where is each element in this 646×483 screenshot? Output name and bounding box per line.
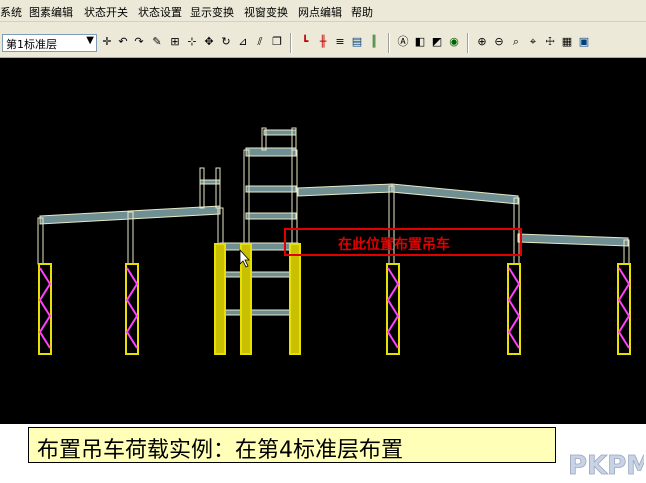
box3d-icon[interactable]: ◧ xyxy=(413,35,427,49)
truss-column-7 xyxy=(507,263,521,355)
menu-view-transform[interactable]: 视窗变换 xyxy=(244,4,288,20)
truss-column-2 xyxy=(125,263,139,355)
zoom-prev-icon[interactable]: ⌖ xyxy=(526,35,540,49)
roof-beam-center-left xyxy=(297,183,393,197)
tower-beam-3 xyxy=(245,212,297,220)
menu-state-setting[interactable]: 状态设置 xyxy=(138,4,182,20)
save-view-icon[interactable]: ▣ xyxy=(577,35,591,49)
menu-graphic-edit[interactable]: 图素编辑 xyxy=(29,4,73,20)
menu-system[interactable]: 系统 xyxy=(0,4,22,20)
circle-a-icon[interactable]: Ⓐ xyxy=(396,35,410,49)
move-icon[interactable]: ✥ xyxy=(202,35,216,49)
caption-text: 布置吊车荷载实例：在第4标准层布置 xyxy=(37,438,403,463)
column-small-left xyxy=(199,167,205,209)
toolbar-separator xyxy=(388,33,390,53)
rotate-icon[interactable]: ↻ xyxy=(219,35,233,49)
bars-icon[interactable]: ║ xyxy=(367,35,381,49)
truss-column-5 xyxy=(289,243,301,355)
zoom-in-icon[interactable]: ⊕ xyxy=(475,35,489,49)
truss-column-3 xyxy=(214,243,226,355)
truss-column-6 xyxy=(386,263,400,355)
tower-beam-roof xyxy=(263,129,297,136)
copy-icon[interactable]: ❐ xyxy=(270,35,284,49)
pan-icon[interactable]: ☩ xyxy=(543,35,557,49)
truss-column-8 xyxy=(617,263,631,355)
layer-select-value: 第1标准层 xyxy=(6,38,57,51)
column-1 xyxy=(37,217,44,265)
column-small-right xyxy=(215,167,221,209)
crosshair-icon[interactable]: ✛ xyxy=(100,35,114,49)
zoom-out-icon[interactable]: ⊖ xyxy=(492,35,506,49)
grid-icon[interactable]: ⊞ xyxy=(168,35,182,49)
small-tower-beam xyxy=(199,179,221,185)
zoom-window-icon[interactable]: ⌕ xyxy=(509,35,523,49)
redo-icon[interactable]: ↷ xyxy=(132,35,146,49)
menu-display-transform[interactable]: 显示变换 xyxy=(190,4,234,20)
crane-location-label: 在此位置布置吊车 xyxy=(338,237,450,253)
snap-icon[interactable]: ⊹ xyxy=(185,35,199,49)
column-2 xyxy=(127,211,134,265)
roof-beam-right xyxy=(517,233,629,247)
menu-state-switch[interactable]: 状态开关 xyxy=(84,4,128,20)
roof-beam-left xyxy=(39,205,221,225)
roof-beam-center-right xyxy=(391,183,519,205)
crane-location-annotation: 在此位置布置吊车 xyxy=(284,228,522,256)
shade-icon[interactable]: ◩ xyxy=(430,35,444,49)
pkpm-logo: PKPM xyxy=(568,451,644,478)
chevron-down-icon: ▼ xyxy=(86,35,94,46)
toolbar: 第1标准层 ▼ ✛ ↶ ↷ ✎ ⊞ ⊹ ✥ ↻ ⊿ ⫽ ❐ ┗ ╫ ≡ ▤ ║ … xyxy=(0,22,646,58)
mirror-icon[interactable]: ⊿ xyxy=(236,35,250,49)
column-icon[interactable]: ┗ xyxy=(298,35,312,49)
chart-icon[interactable]: ▤ xyxy=(350,35,364,49)
caption-box: 布置吊车荷载实例：在第4标准层布置 xyxy=(28,427,556,463)
menu-help[interactable]: 帮助 xyxy=(351,4,373,20)
layers-icon[interactable]: ▦ xyxy=(560,35,574,49)
tower-beam-2 xyxy=(245,185,297,193)
layer-select[interactable]: 第1标准层 ▼ xyxy=(2,34,97,52)
undo-icon[interactable]: ↶ xyxy=(116,35,130,49)
offset-icon[interactable]: ⫽ xyxy=(253,35,267,49)
truss-column-1 xyxy=(38,263,52,355)
stairs-icon[interactable]: ≡ xyxy=(333,35,347,49)
tower-beam-5 xyxy=(219,309,299,316)
eye-icon[interactable]: ◉ xyxy=(447,35,461,49)
logo-text: PKPM xyxy=(568,451,644,478)
menu-node-edit[interactable]: 网点编辑 xyxy=(298,4,342,20)
tower-beam-top xyxy=(245,147,297,157)
beam-icon[interactable]: ╫ xyxy=(316,35,330,49)
tower-beam-4 xyxy=(219,271,299,278)
toolbar-separator xyxy=(290,33,292,53)
toolbar-separator xyxy=(467,33,469,53)
pen-icon[interactable]: ✎ xyxy=(150,35,164,49)
menu-bar: 系统 图素编辑 状态开关 状态设置 显示变换 视窗变换 网点编辑 帮助 xyxy=(0,0,646,22)
